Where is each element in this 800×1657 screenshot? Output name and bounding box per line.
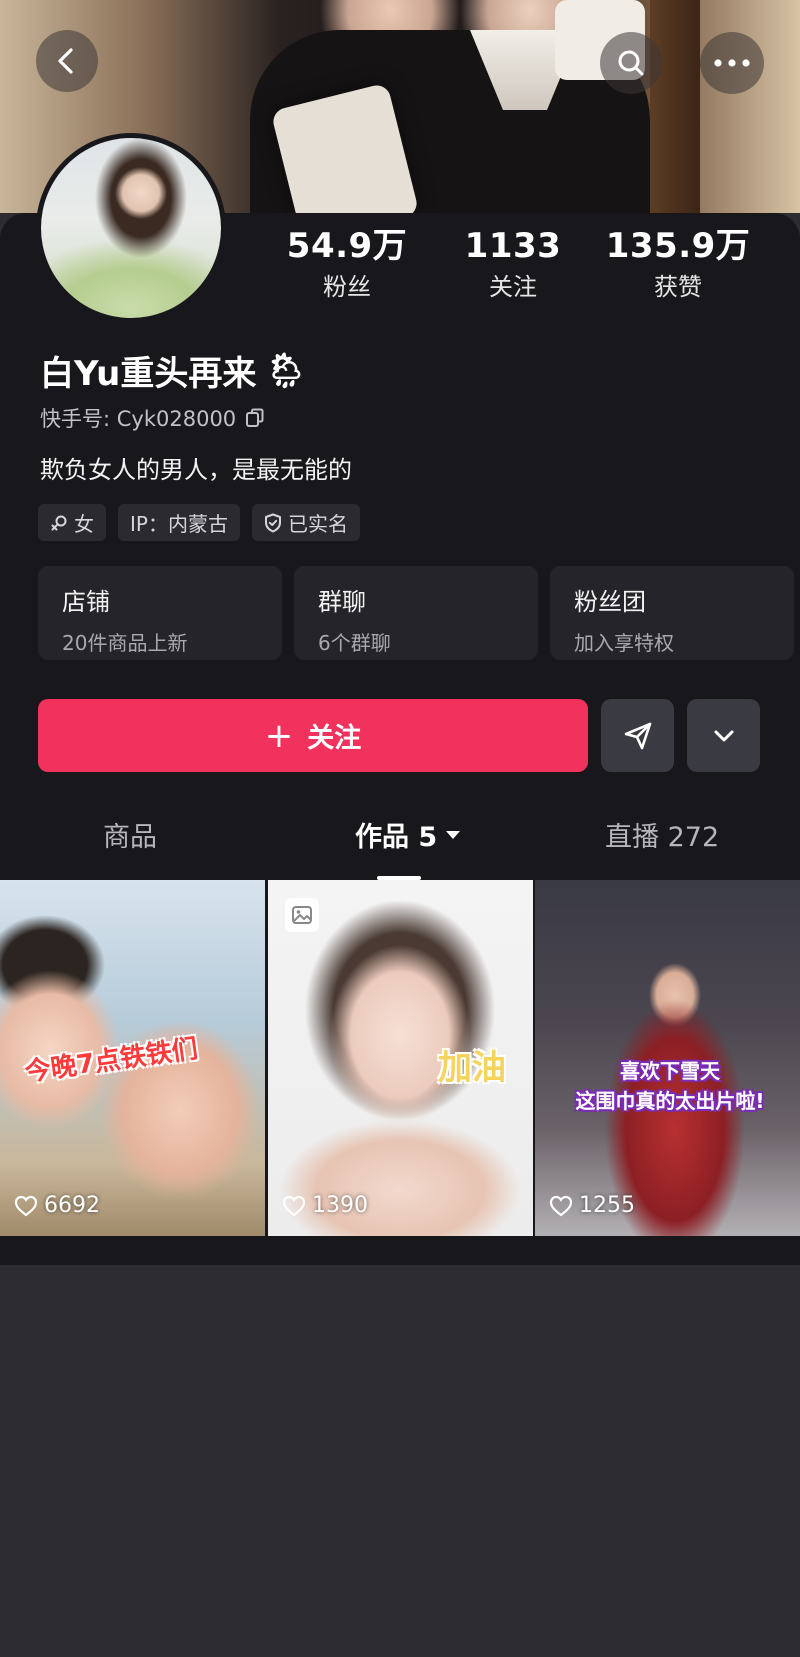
tab-works[interactable]: 作品 5 bbox=[355, 815, 461, 854]
tag-ip-label: IP：内蒙古 bbox=[130, 512, 228, 536]
shield-check-icon bbox=[264, 513, 281, 532]
card-group-chat-title: 群聊 bbox=[318, 588, 366, 616]
card-fan-club[interactable]: 粉丝团 加入享特权 bbox=[550, 566, 794, 660]
tag-gender: 女 bbox=[38, 504, 106, 541]
video-likes-count: 6692 bbox=[44, 1193, 100, 1218]
stat-likes[interactable]: 135.9万 获赞 bbox=[598, 226, 758, 302]
follow-button-label: 关注 bbox=[307, 723, 362, 754]
more-actions-button[interactable] bbox=[687, 699, 760, 772]
card-fan-club-subtitle: 加入享特权 bbox=[574, 631, 674, 655]
stat-fans-value: 54.9万 bbox=[286, 226, 408, 266]
tag-verified-label: 已实名 bbox=[287, 512, 348, 536]
video-caption: 今晚7点铁铁们 bbox=[23, 1034, 200, 1088]
heart-icon bbox=[14, 1195, 38, 1216]
video-caption-line-2: 这围巾真的太出片啦! bbox=[575, 1089, 765, 1113]
search-button[interactable] bbox=[600, 32, 662, 94]
profile-bio: 欺负女人的男人，是最无能的 bbox=[40, 456, 352, 484]
image-icon bbox=[292, 906, 312, 924]
image-post-badge bbox=[285, 898, 319, 932]
plus-icon: + bbox=[264, 715, 294, 756]
heart-icon bbox=[282, 1195, 306, 1216]
tag-ip: IP：内蒙古 bbox=[118, 504, 240, 541]
search-icon bbox=[618, 50, 644, 76]
video-thumb-3[interactable]: 喜欢下雪天 这围巾真的太出片啦! 1255 bbox=[535, 880, 800, 1236]
tab-live[interactable]: 直播 272 bbox=[605, 815, 719, 854]
copy-icon[interactable] bbox=[244, 407, 266, 429]
avatar-image bbox=[41, 138, 221, 318]
profile-name: 白Yu重头再来 🌦 bbox=[40, 346, 308, 395]
more-dots-icon bbox=[714, 59, 750, 67]
caret-down-icon bbox=[446, 830, 461, 839]
heart-icon bbox=[549, 1195, 573, 1216]
video-likes: 6692 bbox=[14, 1193, 100, 1218]
back-button[interactable] bbox=[36, 30, 98, 92]
card-shop-subtitle: 20件商品上新 bbox=[62, 631, 188, 655]
feature-cards: 店铺 20件商品上新 群聊 6个群聊 粉丝团 加入享特权 bbox=[38, 566, 794, 660]
video-caption-line-1: 喜欢下雪天 bbox=[620, 1059, 720, 1083]
more-button[interactable] bbox=[700, 32, 764, 94]
stat-fans-label: 粉丝 bbox=[323, 273, 371, 302]
cover-pillar bbox=[650, 0, 700, 230]
chevron-down-icon bbox=[714, 730, 733, 741]
tag-verified: 已实名 bbox=[251, 504, 360, 541]
card-shop-title: 店铺 bbox=[62, 588, 110, 616]
video-thumb-1[interactable]: 今晚7点铁铁们 6692 bbox=[0, 880, 265, 1236]
stat-following-value: 1133 bbox=[464, 226, 562, 266]
stat-following[interactable]: 1133 关注 bbox=[433, 226, 593, 302]
tag-gender-label: 女 bbox=[74, 512, 94, 536]
tab-works-label: 作品 5 bbox=[355, 822, 438, 853]
profile-name-text: 白Yu重头再来 bbox=[40, 354, 257, 394]
video-caption: 加油 bbox=[438, 1048, 506, 1088]
chevron-left-icon bbox=[58, 48, 73, 74]
stat-following-label: 关注 bbox=[489, 273, 537, 302]
profile-tags: 女 IP：内蒙古 已实名 bbox=[38, 504, 360, 541]
video-grid: 今晚7点铁铁们 6692 加油 1390 喜欢下雪天 这围巾真的太出片啦! 12… bbox=[0, 880, 800, 1250]
stat-likes-label: 获赞 bbox=[654, 273, 702, 302]
card-group-chat[interactable]: 群聊 6个群聊 bbox=[294, 566, 538, 660]
content-tabs: 商品 作品 5 直播 272 bbox=[0, 815, 800, 879]
video-likes-count: 1255 bbox=[579, 1193, 635, 1218]
avatar[interactable] bbox=[36, 133, 226, 323]
card-fan-club-title: 粉丝团 bbox=[574, 588, 646, 616]
tab-goods[interactable]: 商品 bbox=[103, 815, 157, 854]
video-likes-count: 1390 bbox=[312, 1193, 368, 1218]
video-likes: 1255 bbox=[549, 1193, 635, 1218]
stat-fans[interactable]: 54.9万 粉丝 bbox=[267, 226, 427, 302]
kuaishou-id-text: 快手号: Cyk028000 bbox=[40, 407, 237, 431]
female-icon bbox=[51, 515, 67, 530]
card-group-chat-subtitle: 6个群聊 bbox=[318, 631, 391, 655]
video-likes: 1390 bbox=[282, 1193, 368, 1218]
video-thumb-2[interactable]: 加油 1390 bbox=[268, 880, 533, 1236]
card-shop[interactable]: 店铺 20件商品上新 bbox=[38, 566, 282, 660]
weather-emoji-icon: 🌦 bbox=[264, 350, 308, 391]
share-button[interactable] bbox=[601, 699, 674, 772]
stat-likes-value: 135.9万 bbox=[605, 226, 751, 266]
send-icon bbox=[624, 722, 651, 749]
follow-button[interactable]: + 关注 bbox=[38, 699, 588, 772]
kuaishou-id: 快手号: Cyk028000 bbox=[40, 403, 266, 433]
